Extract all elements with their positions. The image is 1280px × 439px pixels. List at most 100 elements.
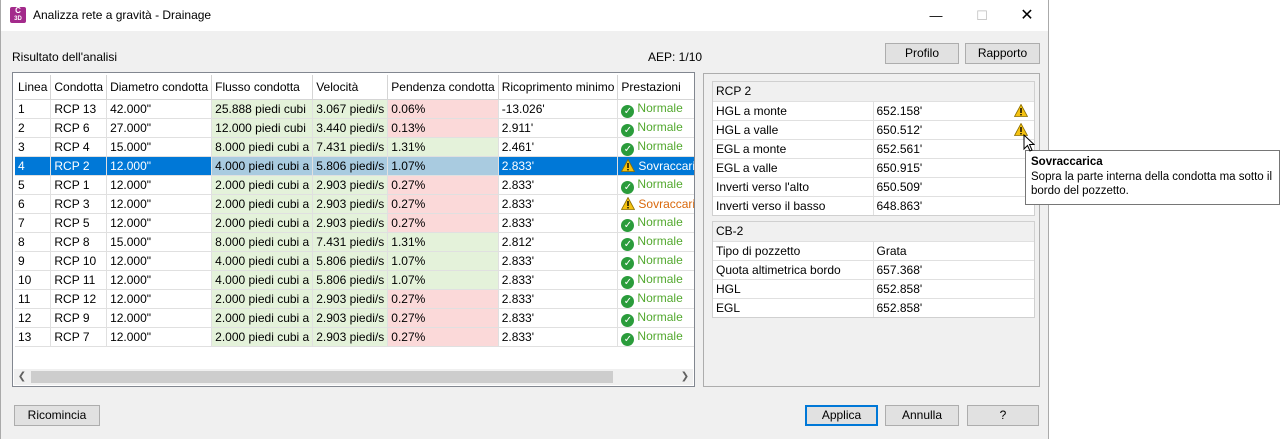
slope-cell[interactable]: 0.06% [387, 99, 499, 119]
slope-cell[interactable]: 0.27% [387, 308, 499, 328]
flow-cell[interactable]: 8.000 piedi cubi a [211, 232, 314, 252]
col-header-performance[interactable]: Prestazioni [617, 75, 694, 100]
table-row[interactable]: 13 RCP 7 12.000" 2.000 piedi cubi a 2.903 pi… [15, 327, 694, 347]
scroll-right-icon[interactable]: ❯ [677, 369, 693, 385]
line-cell[interactable]: 12 [15, 308, 52, 328]
status-cell[interactable]: Sovraccarica [617, 156, 694, 176]
diameter-cell[interactable]: 12.000" [106, 251, 213, 271]
minimize-icon[interactable]: — [913, 0, 959, 31]
col-header-slope[interactable]: Pendenza condotta [387, 75, 499, 100]
pipe-cell[interactable]: RCP 1 [50, 175, 108, 195]
status-cell[interactable]: ✓ Normale [617, 270, 694, 290]
table-row[interactable]: 3 RCP 4 15.000" 8.000 piedi cubi a 7.431 pie… [15, 137, 694, 157]
help-button[interactable]: ? [967, 405, 1039, 426]
line-cell[interactable]: 5 [15, 175, 52, 195]
diameter-cell[interactable]: 12.000" [106, 270, 213, 290]
slope-cell[interactable]: 1.07% [387, 251, 499, 271]
velocity-cell[interactable]: 2.903 piedi/s [312, 213, 389, 233]
status-cell[interactable]: ✓ Normale [617, 99, 694, 119]
status-cell[interactable]: ✓ Normale [617, 232, 694, 252]
slope-cell[interactable]: 1.31% [387, 232, 499, 252]
line-cell[interactable]: 9 [15, 251, 52, 271]
diameter-cell[interactable]: 12.000" [106, 327, 213, 347]
flow-cell[interactable]: 2.000 piedi cubi a [211, 289, 314, 309]
cover-cell[interactable]: 2.833' [498, 270, 619, 290]
status-cell[interactable]: ✓ Normale [617, 289, 694, 309]
cover-cell[interactable]: 2.833' [498, 213, 619, 233]
scrollbar-thumb[interactable] [31, 371, 613, 383]
pipe-cell[interactable]: RCP 6 [50, 118, 108, 138]
restart-button[interactable]: Ricomincia [14, 405, 100, 426]
flow-cell[interactable]: 4.000 piedi cubi a [211, 251, 314, 271]
analysis-grid[interactable]: Linea Condotta Diametro condotta Flusso … [12, 72, 695, 387]
status-cell[interactable]: ✓ Normale [617, 251, 694, 271]
table-row[interactable]: 7 RCP 5 12.000" 2.000 piedi cubi a 2.903 pie… [15, 213, 694, 233]
cover-cell[interactable]: 2.833' [498, 308, 619, 328]
velocity-cell[interactable]: 2.903 piedi/s [312, 194, 389, 214]
cover-cell[interactable]: 2.833' [498, 289, 619, 309]
cover-cell[interactable]: 2.833' [498, 175, 619, 195]
pipe-cell[interactable]: RCP 5 [50, 213, 108, 233]
velocity-cell[interactable]: 2.903 piedi/s [312, 175, 389, 195]
flow-cell[interactable]: 2.000 piedi cubi a [211, 327, 314, 347]
diameter-cell[interactable]: 15.000" [106, 232, 213, 252]
diameter-cell[interactable]: 12.000" [106, 156, 213, 176]
cover-cell[interactable]: 2.833' [498, 156, 619, 176]
col-header-pipe[interactable]: Condotta [50, 75, 108, 100]
title-bar[interactable]: C 3D Analizza rete a gravità - Drainage —… [1, 0, 1048, 31]
slope-cell[interactable]: 1.07% [387, 156, 499, 176]
slope-cell[interactable]: 1.07% [387, 270, 499, 290]
slope-cell[interactable]: 1.31% [387, 137, 499, 157]
status-cell[interactable]: ✓ Normale [617, 213, 694, 233]
status-cell[interactable]: Sovraccarica [617, 194, 694, 214]
col-header-line[interactable]: Linea [15, 75, 52, 100]
line-cell[interactable]: 6 [15, 194, 52, 214]
cover-cell[interactable]: 2.461' [498, 137, 619, 157]
line-cell[interactable]: 11 [15, 289, 52, 309]
status-cell[interactable]: ✓ Normale [617, 327, 694, 347]
diameter-cell[interactable]: 12.000" [106, 289, 213, 309]
cover-cell[interactable]: 2.833' [498, 194, 619, 214]
profile-button[interactable]: Profilo [885, 43, 959, 64]
diameter-cell[interactable]: 12.000" [106, 175, 213, 195]
flow-cell[interactable]: 2.000 piedi cubi a [211, 213, 314, 233]
pipe-cell[interactable]: RCP 12 [50, 289, 108, 309]
velocity-cell[interactable]: 2.903 piedi/s [312, 327, 389, 347]
col-header-diameter[interactable]: Diametro condotta [106, 75, 213, 100]
table-row[interactable]: 11 RCP 12 12.000" 2.000 piedi cubi a 2.903 p… [15, 289, 694, 309]
table-row[interactable]: 4 RCP 2 12.000" 4.000 piedi cubi a 5.806 pie… [15, 156, 694, 176]
cover-cell[interactable]: 2.812' [498, 232, 619, 252]
table-row[interactable]: 9 RCP 10 12.000" 4.000 piedi cubi a 5.806 pi… [15, 251, 694, 271]
line-cell[interactable]: 2 [15, 118, 52, 138]
velocity-cell[interactable]: 3.440 piedi/s [312, 118, 389, 138]
velocity-cell[interactable]: 5.806 piedi/s [312, 156, 389, 176]
table-row[interactable]: 12 RCP 9 12.000" 2.000 piedi cubi a 2.903 pi… [15, 308, 694, 328]
diameter-cell[interactable]: 12.000" [106, 213, 213, 233]
velocity-cell[interactable]: 2.903 piedi/s [312, 308, 389, 328]
slope-cell[interactable]: 0.27% [387, 194, 499, 214]
flow-cell[interactable]: 12.000 piedi cubi [211, 118, 314, 138]
flow-cell[interactable]: 4.000 piedi cubi a [211, 156, 314, 176]
pipe-cell[interactable]: RCP 4 [50, 137, 108, 157]
slope-cell[interactable]: 0.13% [387, 118, 499, 138]
status-cell[interactable]: ✓ Normale [617, 308, 694, 328]
cover-cell[interactable]: 2.833' [498, 327, 619, 347]
line-cell[interactable]: 8 [15, 232, 52, 252]
col-header-flow[interactable]: Flusso condotta [211, 75, 314, 100]
line-cell[interactable]: 3 [15, 137, 52, 157]
col-header-min-cover[interactable]: Ricoprimento minimo [498, 75, 619, 100]
table-row[interactable]: 1 RCP 13 42.000" 25.888 piedi cubi 3.067 pie… [15, 99, 694, 119]
status-cell[interactable]: ✓ Normale [617, 137, 694, 157]
pipe-cell[interactable]: RCP 8 [50, 232, 108, 252]
velocity-cell[interactable]: 2.903 piedi/s [312, 289, 389, 309]
slope-cell[interactable]: 0.27% [387, 289, 499, 309]
cancel-button[interactable]: Annulla [885, 405, 959, 426]
velocity-cell[interactable]: 5.806 piedi/s [312, 251, 389, 271]
diameter-cell[interactable]: 27.000" [106, 118, 213, 138]
velocity-cell[interactable]: 7.431 piedi/s [312, 137, 389, 157]
line-cell[interactable]: 13 [15, 327, 52, 347]
table-row[interactable]: 6 RCP 3 12.000" 2.000 piedi cubi a 2.903 pie… [15, 194, 694, 214]
warning-icon-wrap[interactable] [1014, 104, 1031, 118]
flow-cell[interactable]: 4.000 piedi cubi a [211, 270, 314, 290]
pipe-cell[interactable]: RCP 3 [50, 194, 108, 214]
